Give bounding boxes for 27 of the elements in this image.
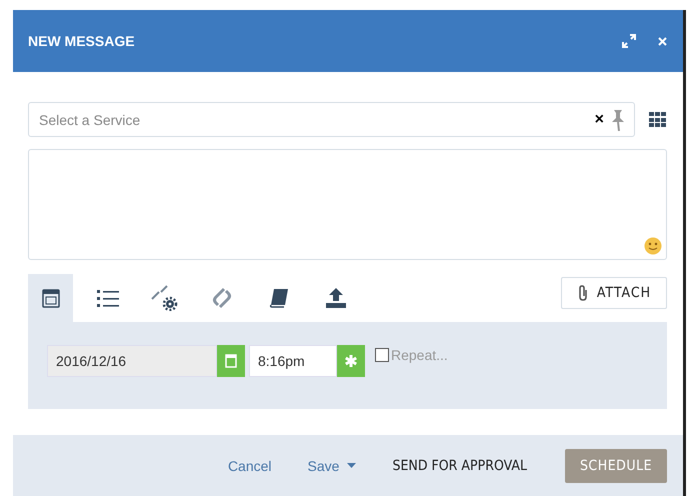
time-field[interactable]: 8:16pm xyxy=(249,345,337,377)
service-field[interactable]: Select a Service × xyxy=(28,102,635,137)
clear-button[interactable]: × xyxy=(588,110,610,128)
caret-icon xyxy=(347,463,356,468)
expand-button[interactable] xyxy=(622,34,636,48)
close-button[interactable] xyxy=(658,36,667,46)
save-dropdown[interactable]: Save xyxy=(308,458,356,474)
book-icon xyxy=(268,288,288,308)
grid-icon[interactable] xyxy=(649,112,667,128)
pin-icon[interactable] xyxy=(610,108,626,130)
send-approval-button[interactable]: SEND FOR APPROVAL xyxy=(392,458,527,474)
repeat-label: Repeat... xyxy=(391,347,448,363)
link-icon xyxy=(212,287,232,309)
attach-button[interactable]: ATTACH xyxy=(561,277,667,309)
upload-icon xyxy=(324,287,346,309)
paperclip-icon xyxy=(576,284,589,302)
smiley-icon[interactable] xyxy=(644,237,662,255)
arrows-gear-icon xyxy=(150,285,178,311)
date-field[interactable]: 2016/12/16 xyxy=(47,345,217,377)
calendar-icon xyxy=(42,288,60,308)
asterisk-icon xyxy=(344,354,358,368)
repeat-checkbox[interactable] xyxy=(375,348,389,362)
toolbar-tab[interactable] xyxy=(28,274,73,322)
list-icon xyxy=(96,289,118,307)
window-title: NEW MESSAGE xyxy=(28,33,136,49)
calendar-icon xyxy=(225,354,237,368)
cancel-link[interactable]: Cancel xyxy=(228,458,272,474)
